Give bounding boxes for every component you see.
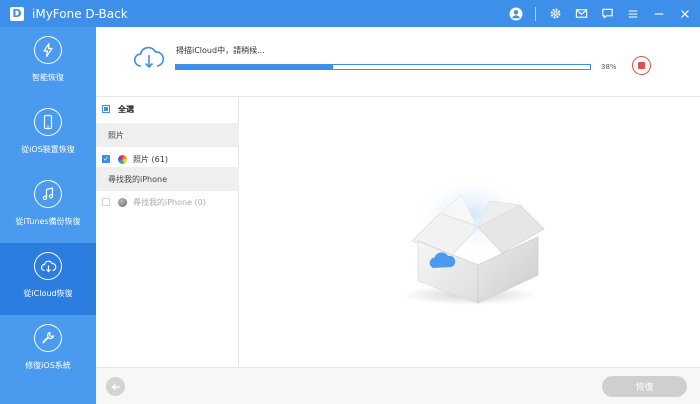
sidebar-item-label: 從iTunes備份恢復 <box>15 217 81 226</box>
app-title: iMyFone D-Back <box>32 6 128 21</box>
back-button[interactable] <box>106 377 125 396</box>
stop-icon <box>638 62 645 69</box>
titlebar-controls <box>509 0 692 27</box>
wrench-icon <box>34 324 62 352</box>
scan-progress-panel: 掃描iCloud中，請稍候... 38% <box>96 27 700 97</box>
cloud-download-icon <box>133 45 165 75</box>
list-item-label: 尋找我的iPhone (0) <box>133 197 206 207</box>
scan-percent: 38% <box>601 63 617 71</box>
arrow-left-icon <box>110 383 119 390</box>
photos-checkbox[interactable]: ✓ <box>102 155 110 163</box>
mail-icon[interactable] <box>574 7 588 21</box>
sidebar-item-ios-device[interactable]: 從iOS裝置恢復 <box>0 99 96 171</box>
photos-app-icon <box>118 154 127 164</box>
titlebar-separator <box>535 6 536 21</box>
empty-box-illustration <box>402 173 545 305</box>
itunes-music-icon <box>34 180 62 208</box>
scan-progress-bar <box>175 64 591 70</box>
select-all-label: 全選 <box>118 104 134 114</box>
menu-icon[interactable] <box>626 7 640 21</box>
preview-area <box>240 97 700 367</box>
scan-progress-fill <box>176 65 334 69</box>
category-header: 照片 <box>96 123 239 147</box>
title-bar: D iMyFone D-Back <box>0 0 700 27</box>
sidebar: 智能恢復 從iOS裝置恢復 從iTunes備份恢復 從iCloud恢復 修復iO… <box>0 27 96 404</box>
close-icon[interactable] <box>678 7 692 21</box>
select-all-checkbox[interactable] <box>102 105 110 113</box>
icloud-download-icon <box>34 252 62 280</box>
app-logo: D <box>10 6 24 21</box>
sidebar-item-label: 從iCloud恢復 <box>23 289 73 298</box>
sidebar-item-itunes-backup[interactable]: 從iTunes備份恢復 <box>0 171 96 243</box>
sidebar-item-label: 智能恢復 <box>32 73 64 82</box>
gear-icon[interactable] <box>548 7 562 21</box>
find-my-iphone-checkbox[interactable] <box>102 198 110 206</box>
scan-status-text: 掃描iCloud中，請稍候... <box>176 46 265 55</box>
find-my-iphone-app-icon <box>118 197 127 207</box>
smart-recovery-icon <box>34 36 62 64</box>
category-header: 尋找我的iPhone <box>96 167 239 191</box>
list-item-label: 照片 (61) <box>133 154 168 164</box>
sidebar-item-smart-recovery[interactable]: 智能恢復 <box>0 27 96 99</box>
list-item-find-my-iphone[interactable]: 尋找我的iPhone (0) <box>96 190 239 214</box>
sidebar-item-label: 從iOS裝置恢復 <box>21 145 75 154</box>
footer-bar: 恢復 <box>96 367 700 404</box>
minimize-icon[interactable] <box>652 7 666 21</box>
feedback-icon[interactable] <box>600 7 614 21</box>
ios-device-icon <box>34 108 62 136</box>
file-type-list: 全選 照片 ✓ 照片 (61) 尋找我的iPhone 尋找我的iPhone (0… <box>96 97 239 367</box>
category-label: 尋找我的iPhone <box>108 174 168 184</box>
category-label: 照片 <box>108 130 124 140</box>
recover-button[interactable]: 恢復 <box>602 376 687 397</box>
sidebar-item-icloud[interactable]: 從iCloud恢復 <box>0 243 96 315</box>
account-icon[interactable] <box>509 7 523 21</box>
stop-scan-button[interactable] <box>632 56 651 75</box>
sidebar-item-repair-ios[interactable]: 修復iOS系統 <box>0 315 96 387</box>
sidebar-item-label: 修復iOS系統 <box>25 361 71 370</box>
select-all-row[interactable]: 全選 <box>96 97 239 121</box>
